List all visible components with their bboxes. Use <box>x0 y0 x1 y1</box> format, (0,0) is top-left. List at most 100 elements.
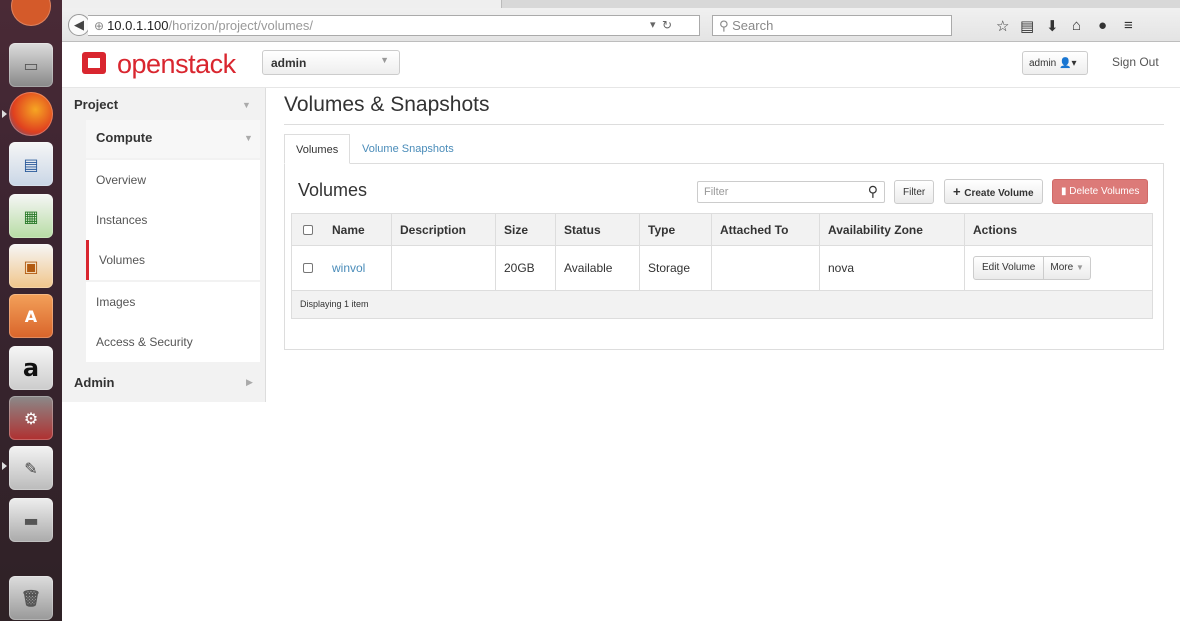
more-actions-button[interactable]: More ▼ <box>1044 257 1090 279</box>
cell-actions: Edit Volume More ▼ <box>964 246 1152 290</box>
settings-icon[interactable]: ⚙ <box>9 396 53 440</box>
logo-text[interactable]: openstack <box>117 49 236 80</box>
reload-icon[interactable]: ↻ <box>662 16 672 35</box>
firefox-icon[interactable] <box>9 92 53 136</box>
page-title: Volumes & Snapshots <box>284 93 490 116</box>
url-bar[interactable]: ⊕ 10.0.1.100/horizon/project/volumes/ ▾ ↻ <box>88 15 700 36</box>
cell-name: winvol <box>324 246 391 290</box>
tab-bar: Volumes Volume Snapshots <box>284 134 1164 164</box>
table-row: winvol 20GB Available Storage nova Edit … <box>292 246 1152 291</box>
browser-toolbar: ◀ ⊕ 10.0.1.100/horizon/project/volumes/ ▾… <box>62 0 1180 42</box>
drive-icon[interactable]: ▬ <box>9 498 53 542</box>
cell-availability-zone: nova <box>819 246 964 290</box>
chevron-down-icon: ▼ <box>242 100 251 110</box>
download-icon[interactable]: ⬇ <box>1046 17 1059 35</box>
column-header-description[interactable]: Description <box>391 214 495 245</box>
trash-icon[interactable]: 🗑 <box>9 576 53 620</box>
user-icon: 👤▾ <box>1059 58 1077 69</box>
actions-button-group: Edit Volume More ▼ <box>973 256 1091 280</box>
sidebar-project-heading[interactable]: Project <box>74 97 118 112</box>
project-selector[interactable]: admin ▼ <box>262 50 400 75</box>
column-header-actions: Actions <box>964 214 1152 245</box>
row-checkbox-cell <box>292 246 324 290</box>
dropdown-icon[interactable]: ▾ <box>650 16 656 35</box>
cell-attached-to <box>711 246 819 290</box>
sidebar-item-label: Volumes <box>99 253 146 267</box>
ubuntu-dash-icon[interactable] <box>11 0 51 26</box>
sidebar-item-instances[interactable]: Instances <box>86 200 260 240</box>
search-input[interactable]: ⚲ Search <box>712 15 952 36</box>
openstack-logo-icon[interactable] <box>82 52 106 74</box>
chat-icon[interactable]: ● <box>1098 17 1107 34</box>
back-icon[interactable]: ◀ <box>68 14 90 36</box>
tab-volume-snapshots[interactable]: Volume Snapshots <box>351 134 465 164</box>
table-header-row: Name Description Size Status Type Attach… <box>292 214 1152 246</box>
divider <box>284 124 1164 125</box>
edit-volume-button[interactable]: Edit Volume <box>974 257 1045 279</box>
browser-navbar: ◀ ⊕ 10.0.1.100/horizon/project/volumes/ ▾… <box>62 8 1180 42</box>
unity-launcher: ▭ ▤ ▦ ▣ A a ⚙ ✎ ▬ 🗑 <box>0 0 62 621</box>
chevron-down-icon: ▼ <box>244 133 253 143</box>
column-header-size[interactable]: Size <box>495 214 555 245</box>
browser-tabstrip <box>62 0 1180 8</box>
create-volume-button[interactable]: + Create Volume <box>944 179 1043 204</box>
column-header-name[interactable]: Name <box>324 214 391 245</box>
project-selector-label: admin <box>271 56 307 70</box>
sign-out-link[interactable]: Sign Out <box>1112 55 1159 69</box>
sidebar-item-volumes[interactable]: Volumes <box>86 240 260 280</box>
text-editor-icon[interactable]: ✎ <box>9 446 53 490</box>
column-header-availability-zone[interactable]: Availability Zone <box>819 214 964 245</box>
chevron-right-icon: ▶ <box>246 377 253 387</box>
dashboard-header: openstack admin ▼ admin 👤▾ Sign Out <box>62 42 1180 88</box>
search-placeholder: Search <box>732 18 774 33</box>
user-menu[interactable]: admin 👤▾ <box>1022 51 1088 75</box>
bookmark-star-icon[interactable]: ☆ <box>996 17 1009 35</box>
sidebar-item-images[interactable]: Images <box>86 282 260 322</box>
cell-size: 20GB <box>495 246 555 290</box>
select-all-checkbox[interactable] <box>303 224 313 235</box>
search-icon: ⚲ <box>719 18 733 33</box>
writer-icon[interactable]: ▤ <box>9 142 53 186</box>
sidebar: Project ▼ Compute ▼ Overview Instances V… <box>62 88 266 402</box>
cell-type: Storage <box>639 246 711 290</box>
user-menu-label: admin <box>1029 58 1057 69</box>
bookmarks-list-icon[interactable]: ▤ <box>1020 17 1034 35</box>
url-path: /horizon/project/volumes/ <box>168 18 314 33</box>
globe-icon: ⊕ <box>94 19 105 33</box>
sidebar-item-overview[interactable]: Overview <box>86 160 260 200</box>
search-icon: ⚲ <box>867 183 878 199</box>
home-icon[interactable]: ⌂ <box>1072 17 1081 34</box>
sidebar-admin-heading[interactable]: Admin <box>74 375 114 390</box>
tab-volumes[interactable]: Volumes <box>284 134 351 164</box>
cell-status: Available <box>555 246 639 290</box>
more-actions-label: More <box>1050 262 1074 273</box>
sidebar-compute-label: Compute <box>96 130 153 145</box>
column-header-status[interactable]: Status <box>555 214 639 245</box>
running-indicator-icon <box>2 462 7 470</box>
files-icon[interactable]: ▭ <box>9 43 53 87</box>
sidebar-item-access-security[interactable]: Access & Security <box>86 322 260 362</box>
running-indicator-icon <box>2 110 7 118</box>
table-footer: Displaying 1 item <box>292 291 1152 318</box>
section-title: Volumes <box>298 180 368 200</box>
create-volume-label: Create Volume <box>964 188 1034 199</box>
column-header-attached-to[interactable]: Attached To <box>711 214 819 245</box>
sidebar-item-label: Instances <box>96 213 148 227</box>
chevron-down-icon: ▼ <box>380 55 389 65</box>
filter-input[interactable]: Filter ⚲ <box>697 181 885 203</box>
delete-volumes-button[interactable]: ▮ Delete Volumes <box>1052 179 1149 204</box>
software-center-icon[interactable]: A <box>9 294 53 338</box>
calc-icon[interactable]: ▦ <box>9 194 53 238</box>
sidebar-compute-heading[interactable]: Compute <box>86 120 260 158</box>
menu-icon[interactable]: ≡ <box>1124 17 1133 34</box>
row-checkbox[interactable] <box>303 263 313 273</box>
amazon-icon[interactable]: a <box>9 346 53 390</box>
delete-volumes-label: Delete Volumes <box>1069 186 1140 197</box>
select-all-checkbox-cell <box>292 214 324 245</box>
url-host: 10.0.1.100 <box>107 18 169 33</box>
impress-icon[interactable]: ▣ <box>9 244 53 288</box>
volume-name-link[interactable]: winvol <box>332 261 365 275</box>
filter-button[interactable]: Filter <box>894 180 935 204</box>
column-header-type[interactable]: Type <box>639 214 711 245</box>
sidebar-item-label: Images <box>96 295 136 309</box>
